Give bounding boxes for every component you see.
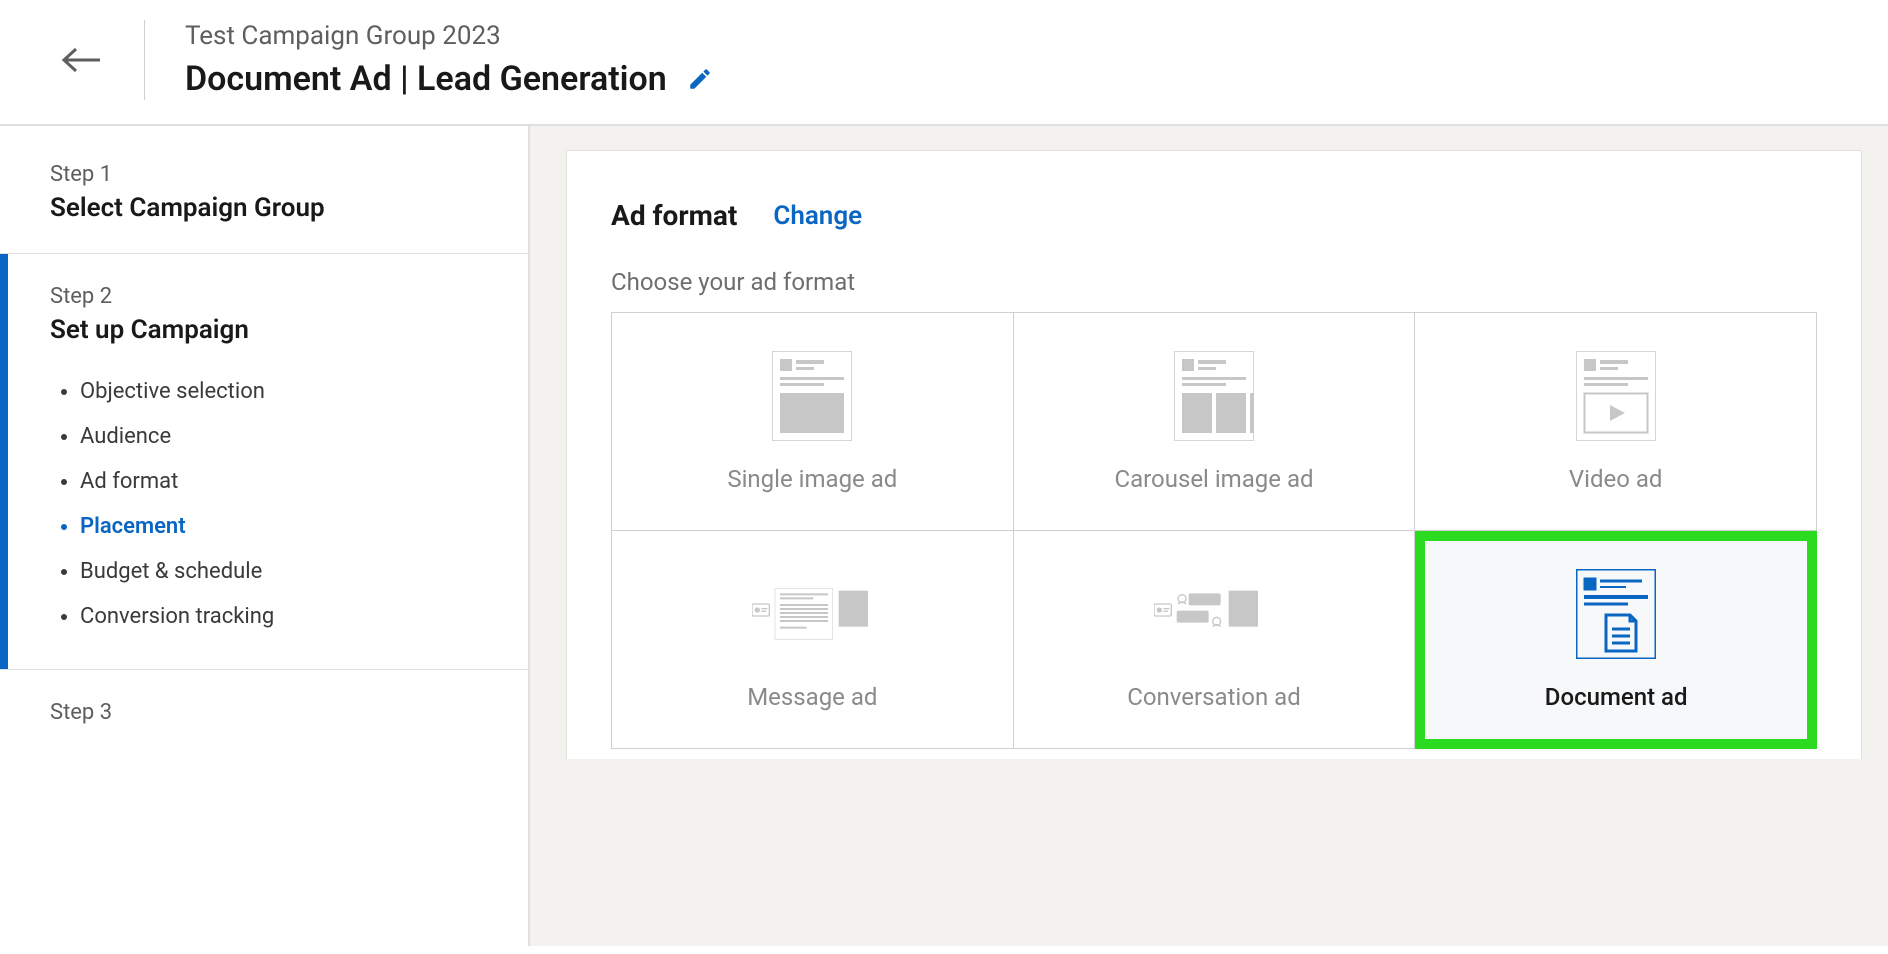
sub-item-ad-format[interactable]: Ad format <box>80 459 478 504</box>
choose-label: Choose your ad format <box>611 268 1817 296</box>
step-label: Step 2 <box>50 284 478 309</box>
ad-format-grid: Single image ad <box>611 312 1817 749</box>
format-conversation[interactable]: Conversation ad <box>1014 531 1416 749</box>
single-image-icon <box>752 351 872 441</box>
format-carousel-image[interactable]: Carousel image ad <box>1014 313 1416 531</box>
pencil-icon <box>687 66 713 92</box>
format-label: Single image ad <box>727 465 897 493</box>
format-video[interactable]: Video ad <box>1415 313 1817 531</box>
message-icon <box>752 569 872 659</box>
step-title: Select Campaign Group <box>50 193 478 223</box>
step-label: Step 3 <box>50 700 478 725</box>
arrow-left-icon <box>62 47 102 73</box>
sub-item-audience[interactable]: Audience <box>80 414 478 459</box>
change-link[interactable]: Change <box>773 201 862 231</box>
sub-item-objective[interactable]: Objective selection <box>80 369 478 414</box>
format-label: Video ad <box>1569 465 1663 493</box>
sub-item-conversion[interactable]: Conversion tracking <box>80 594 478 639</box>
video-icon <box>1556 351 1676 441</box>
page-header: Test Campaign Group 2023 Document Ad | L… <box>0 0 1888 126</box>
sub-item-placement[interactable]: Placement <box>80 504 478 549</box>
campaign-group-name: Test Campaign Group 2023 <box>185 21 713 51</box>
step-3[interactable]: Step 3 <box>0 670 528 761</box>
back-button[interactable] <box>60 38 104 82</box>
header-divider <box>144 20 145 100</box>
format-document[interactable]: Document ad <box>1415 531 1817 749</box>
step-label: Step 1 <box>50 162 478 187</box>
step-title: Set up Campaign <box>50 315 478 345</box>
step-2: Step 2 Set up Campaign Objective selecti… <box>0 254 528 669</box>
format-label: Message ad <box>747 683 877 711</box>
ad-format-panel: Ad format Change Choose your ad format <box>566 150 1862 759</box>
format-message[interactable]: Message ad <box>612 531 1014 749</box>
campaign-name: Document Ad | Lead Generation <box>185 59 667 99</box>
conversation-icon <box>1154 569 1274 659</box>
sub-item-budget[interactable]: Budget & schedule <box>80 549 478 594</box>
carousel-image-icon <box>1154 351 1274 441</box>
step-sub-items: Objective selection Audience Ad format P… <box>50 369 478 639</box>
edit-name-button[interactable] <box>687 66 713 92</box>
format-label: Conversation ad <box>1127 683 1301 711</box>
step-1[interactable]: Step 1 Select Campaign Group <box>0 162 528 253</box>
steps-sidebar: Step 1 Select Campaign Group Step 2 Set … <box>0 126 530 946</box>
document-icon <box>1556 569 1676 659</box>
format-single-image[interactable]: Single image ad <box>612 313 1014 531</box>
format-label: Document ad <box>1545 683 1688 711</box>
main-content: Ad format Change Choose your ad format <box>530 126 1888 946</box>
format-label: Carousel image ad <box>1114 465 1313 493</box>
section-title: Ad format <box>611 199 737 232</box>
